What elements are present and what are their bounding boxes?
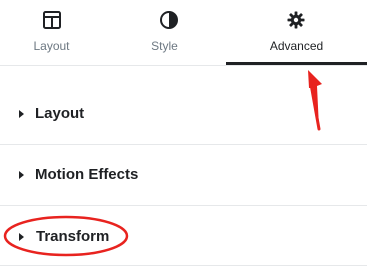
section-transform[interactable]: Transform	[0, 206, 367, 266]
tab-advanced[interactable]: Advanced	[226, 0, 367, 66]
caret-right-icon	[19, 171, 24, 179]
tab-advanced-label: Advanced	[269, 39, 324, 53]
half-circle-contrast-icon	[159, 10, 179, 30]
section-title: Motion Effects	[35, 166, 139, 183]
gear-icon	[286, 10, 306, 30]
tab-style[interactable]: Style	[103, 0, 226, 66]
tab-layout-label: Layout	[33, 39, 70, 53]
caret-right-icon	[19, 110, 24, 118]
caret-right-icon	[19, 233, 24, 241]
panel-tabs: Layout Style Advanced	[0, 0, 367, 66]
section-title: Layout	[35, 105, 85, 122]
columns-layout-icon	[42, 10, 62, 30]
active-tab-indicator	[226, 62, 367, 65]
tab-style-label: Style	[151, 39, 178, 53]
tab-layout[interactable]: Layout	[0, 0, 103, 66]
section-motion-effects[interactable]: Motion Effects	[0, 145, 367, 206]
section-layout[interactable]: Layout	[0, 84, 367, 145]
section-title: Transform	[36, 228, 110, 245]
